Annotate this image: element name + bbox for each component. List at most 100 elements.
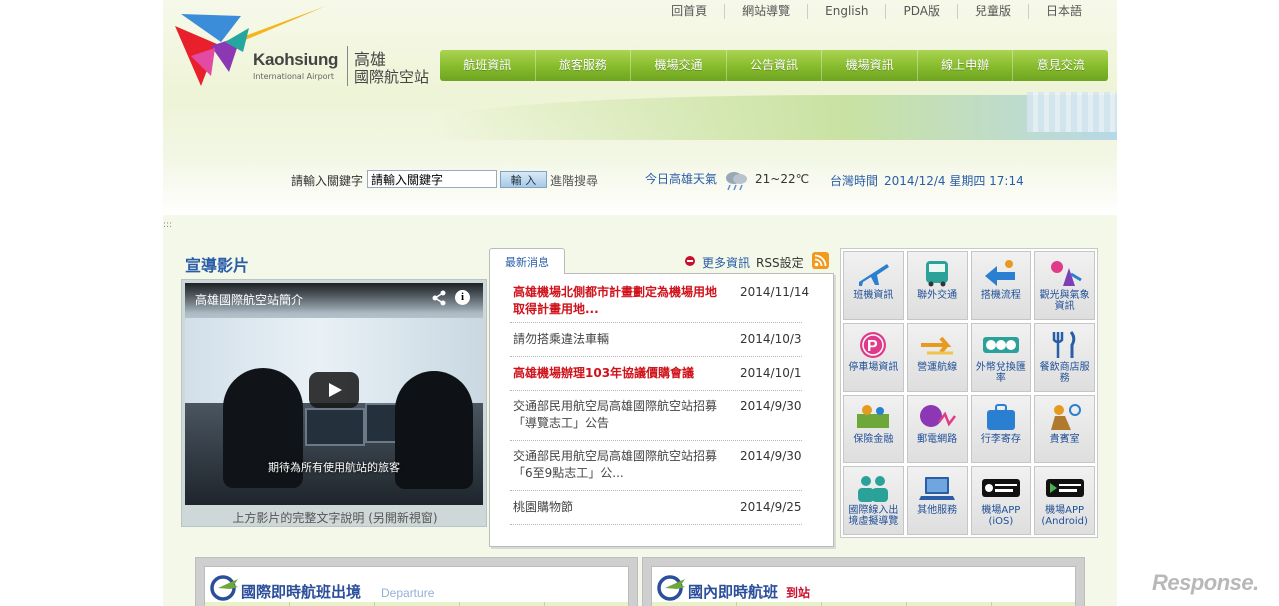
service-parking[interactable]: P 停車場資訊: [843, 322, 904, 392]
news-item[interactable]: 請勿搭乘違法車輛 2014/10/3: [510, 323, 802, 357]
service-vip-lounge[interactable]: 貴賓室: [1034, 394, 1095, 464]
search-submit-button[interactable]: 輸 入: [500, 171, 547, 188]
video-subtitle: 期待為所有使用航站的旅客: [268, 461, 400, 474]
nav-announcements[interactable]: 公告資訊: [727, 50, 823, 81]
top-link-pda[interactable]: PDA版: [885, 4, 956, 19]
virtual-tour-icon: [858, 476, 889, 503]
service-label: 營運航線: [917, 361, 958, 373]
news-item-title[interactable]: 高雄機場北側都市計畫劃定為機場用地取得計畫用地...: [513, 284, 728, 318]
service-phone-network[interactable]: 郵電網路: [906, 394, 968, 464]
share-icon[interactable]: [431, 290, 447, 306]
top-link-english[interactable]: English: [807, 4, 885, 19]
logo-divider: [347, 46, 348, 86]
flight-table-header: [652, 602, 1075, 606]
service-tourism-weather[interactable]: 觀光與氣象資訊: [1034, 251, 1095, 320]
play-icon: [329, 383, 342, 397]
service-label: 外幣兌換匯率: [975, 361, 1026, 384]
service-boarding-process[interactable]: 搭機流程: [970, 251, 1032, 320]
news-item[interactable]: 桃園購物節 2014/9/25: [510, 491, 802, 525]
flight-panel-inner: 國內即時航班 到站: [651, 566, 1076, 606]
news-item-date: 2014/10/3: [740, 332, 802, 346]
news-item-date: 2014/9/30: [740, 399, 802, 413]
nav-passenger-services[interactable]: 旅客服務: [536, 50, 632, 81]
service-label: 餐飲商店服務: [1039, 361, 1090, 384]
tab-latest-news[interactable]: 最新消息: [489, 248, 565, 274]
news-item-title[interactable]: 高雄機場辦理103年協議價購會議: [513, 365, 728, 382]
service-label: 貴賓室: [1049, 433, 1080, 445]
news-item-date: 2014/9/25: [740, 500, 802, 514]
logo-subtitle: International Airport: [253, 72, 334, 81]
advanced-search-link[interactable]: 進階搜尋: [550, 172, 598, 189]
tourism-weather-icon: [1050, 261, 1082, 286]
service-label: 其他服務: [917, 505, 958, 517]
service-insurance-finance[interactable]: 保險金融: [843, 394, 904, 464]
service-routes[interactable]: 營運航線: [906, 322, 968, 392]
rss-icon[interactable]: [812, 252, 829, 269]
nav-flight-info[interactable]: 航班資訊: [440, 50, 536, 81]
search-label: 請輸入關鍵字: [291, 174, 364, 188]
video-description-link[interactable]: 上方影片的完整文字說明 (另開新視窗): [182, 509, 488, 526]
banner-city-skyline: [1027, 92, 1117, 132]
info-icon[interactable]: i: [455, 290, 470, 305]
site-logo[interactable]: Kaohsiung International Airport 高雄 國際航空站: [171, 6, 441, 86]
service-virtual-tour[interactable]: 國際線入出境虛擬導覽: [843, 466, 904, 535]
top-link-sitemap[interactable]: 網站導覽: [724, 4, 807, 19]
service-transport[interactable]: 聯外交通: [906, 251, 968, 320]
service-other[interactable]: 其他服務: [906, 466, 968, 535]
news-item[interactable]: 交通部民用航空局高雄國際航空站招募「導覽志工」公告 2014/9/30: [510, 391, 802, 441]
domestic-flights-title[interactable]: 國內即時航班: [688, 581, 778, 602]
service-label: 聯外交通: [917, 290, 958, 301]
intl-flights-title[interactable]: 國際即時航班出境: [241, 581, 361, 602]
international-flights-panel: 國際即時航班出境 Departure: [195, 557, 638, 606]
video-scene-monitor: [305, 408, 365, 446]
bus-icon: [926, 261, 949, 287]
news-item-title[interactable]: 交通部民用航空局高雄國際航空站招募「6至9點志工」公...: [513, 448, 728, 482]
flight-table-header: [205, 602, 628, 606]
more-news-link[interactable]: 更多資訊: [702, 254, 750, 271]
nav-airport-info[interactable]: 機場資訊: [822, 50, 918, 81]
news-item-title[interactable]: 桃園購物節: [513, 499, 728, 516]
service-currency-exchange[interactable]: 外幣兌換匯率: [970, 322, 1032, 392]
service-flight-info[interactable]: 班機資訊: [843, 251, 904, 320]
video-frame: 高雄國際航空站簡介 i 期待為所有使用航站的旅客 上方影片的完整文字說明 (另開…: [181, 279, 487, 527]
laptop-icon: [919, 477, 956, 501]
domestic-flights-subtitle: 到站: [786, 586, 811, 600]
video-player-title[interactable]: 高雄國際航空站簡介: [195, 291, 303, 308]
service-luggage-storage[interactable]: 行李寄存: [970, 394, 1032, 464]
news-item-title[interactable]: 交通部民用航空局高雄國際航空站招募「導覽志工」公告: [513, 398, 728, 432]
news-item[interactable]: 高雄機場北側都市計畫劃定為機場用地取得計畫用地... 2014/11/14: [510, 278, 809, 323]
flight-logo-icon: [657, 575, 685, 601]
search-input[interactable]: [367, 170, 497, 188]
play-button[interactable]: [309, 372, 359, 408]
service-dining-shops[interactable]: 餐飲商店服務: [1034, 322, 1095, 392]
time-value: 2014/12/4 星期四 17:14: [884, 174, 1024, 188]
service-label: 機場APP (Android): [1041, 505, 1088, 528]
weather-label: 今日高雄天氣: [645, 172, 718, 186]
nav-online-application[interactable]: 線上申辦: [918, 50, 1014, 81]
response-watermark: Response.: [1152, 570, 1259, 595]
service-app-android[interactable]: 機場APP (Android): [1034, 466, 1095, 535]
news-item-title[interactable]: 請勿搭乘違法車輛: [513, 331, 728, 348]
service-label: 機場APP (iOS): [981, 505, 1021, 528]
nav-feedback[interactable]: 意見交流: [1013, 50, 1108, 81]
news-section: 最新消息 更多資訊 RSS設定 高雄機場北側都市計畫劃定為機場用地取得計畫用地.…: [489, 248, 834, 547]
service-label: 停車場資訊: [848, 361, 899, 373]
news-item-date: 2014/10/1: [740, 366, 802, 380]
logo-english-name: Kaohsiung: [253, 50, 339, 69]
service-label: 國際線入出境虛擬導覽: [848, 505, 899, 528]
flight-logo-icon: [210, 575, 238, 601]
top-utility-links: 回首頁 網站導覽 English PDA版 兒童版 日本語: [654, 4, 1099, 19]
airplane-icon: [859, 264, 890, 286]
service-app-ios[interactable]: 機場APP (iOS): [970, 466, 1032, 535]
dining-icon: [1052, 330, 1075, 358]
nav-airport-transport[interactable]: 機場交通: [631, 50, 727, 81]
news-item[interactable]: 交通部民用航空局高雄國際航空站招募「6至9點志工」公... 2014/9/30: [510, 441, 802, 491]
banner-hills: [433, 95, 1117, 140]
app-store-icon: [981, 479, 1020, 498]
rss-settings-link[interactable]: RSS設定: [756, 254, 804, 271]
top-link-home[interactable]: 回首頁: [654, 4, 724, 19]
video-player[interactable]: 高雄國際航空站簡介 i 期待為所有使用航站的旅客: [185, 283, 483, 505]
news-item[interactable]: 高雄機場辦理103年協議價購會議 2014/10/1: [510, 357, 802, 391]
top-link-kids[interactable]: 兒童版: [956, 4, 1028, 19]
top-link-japanese[interactable]: 日本語: [1027, 4, 1099, 19]
